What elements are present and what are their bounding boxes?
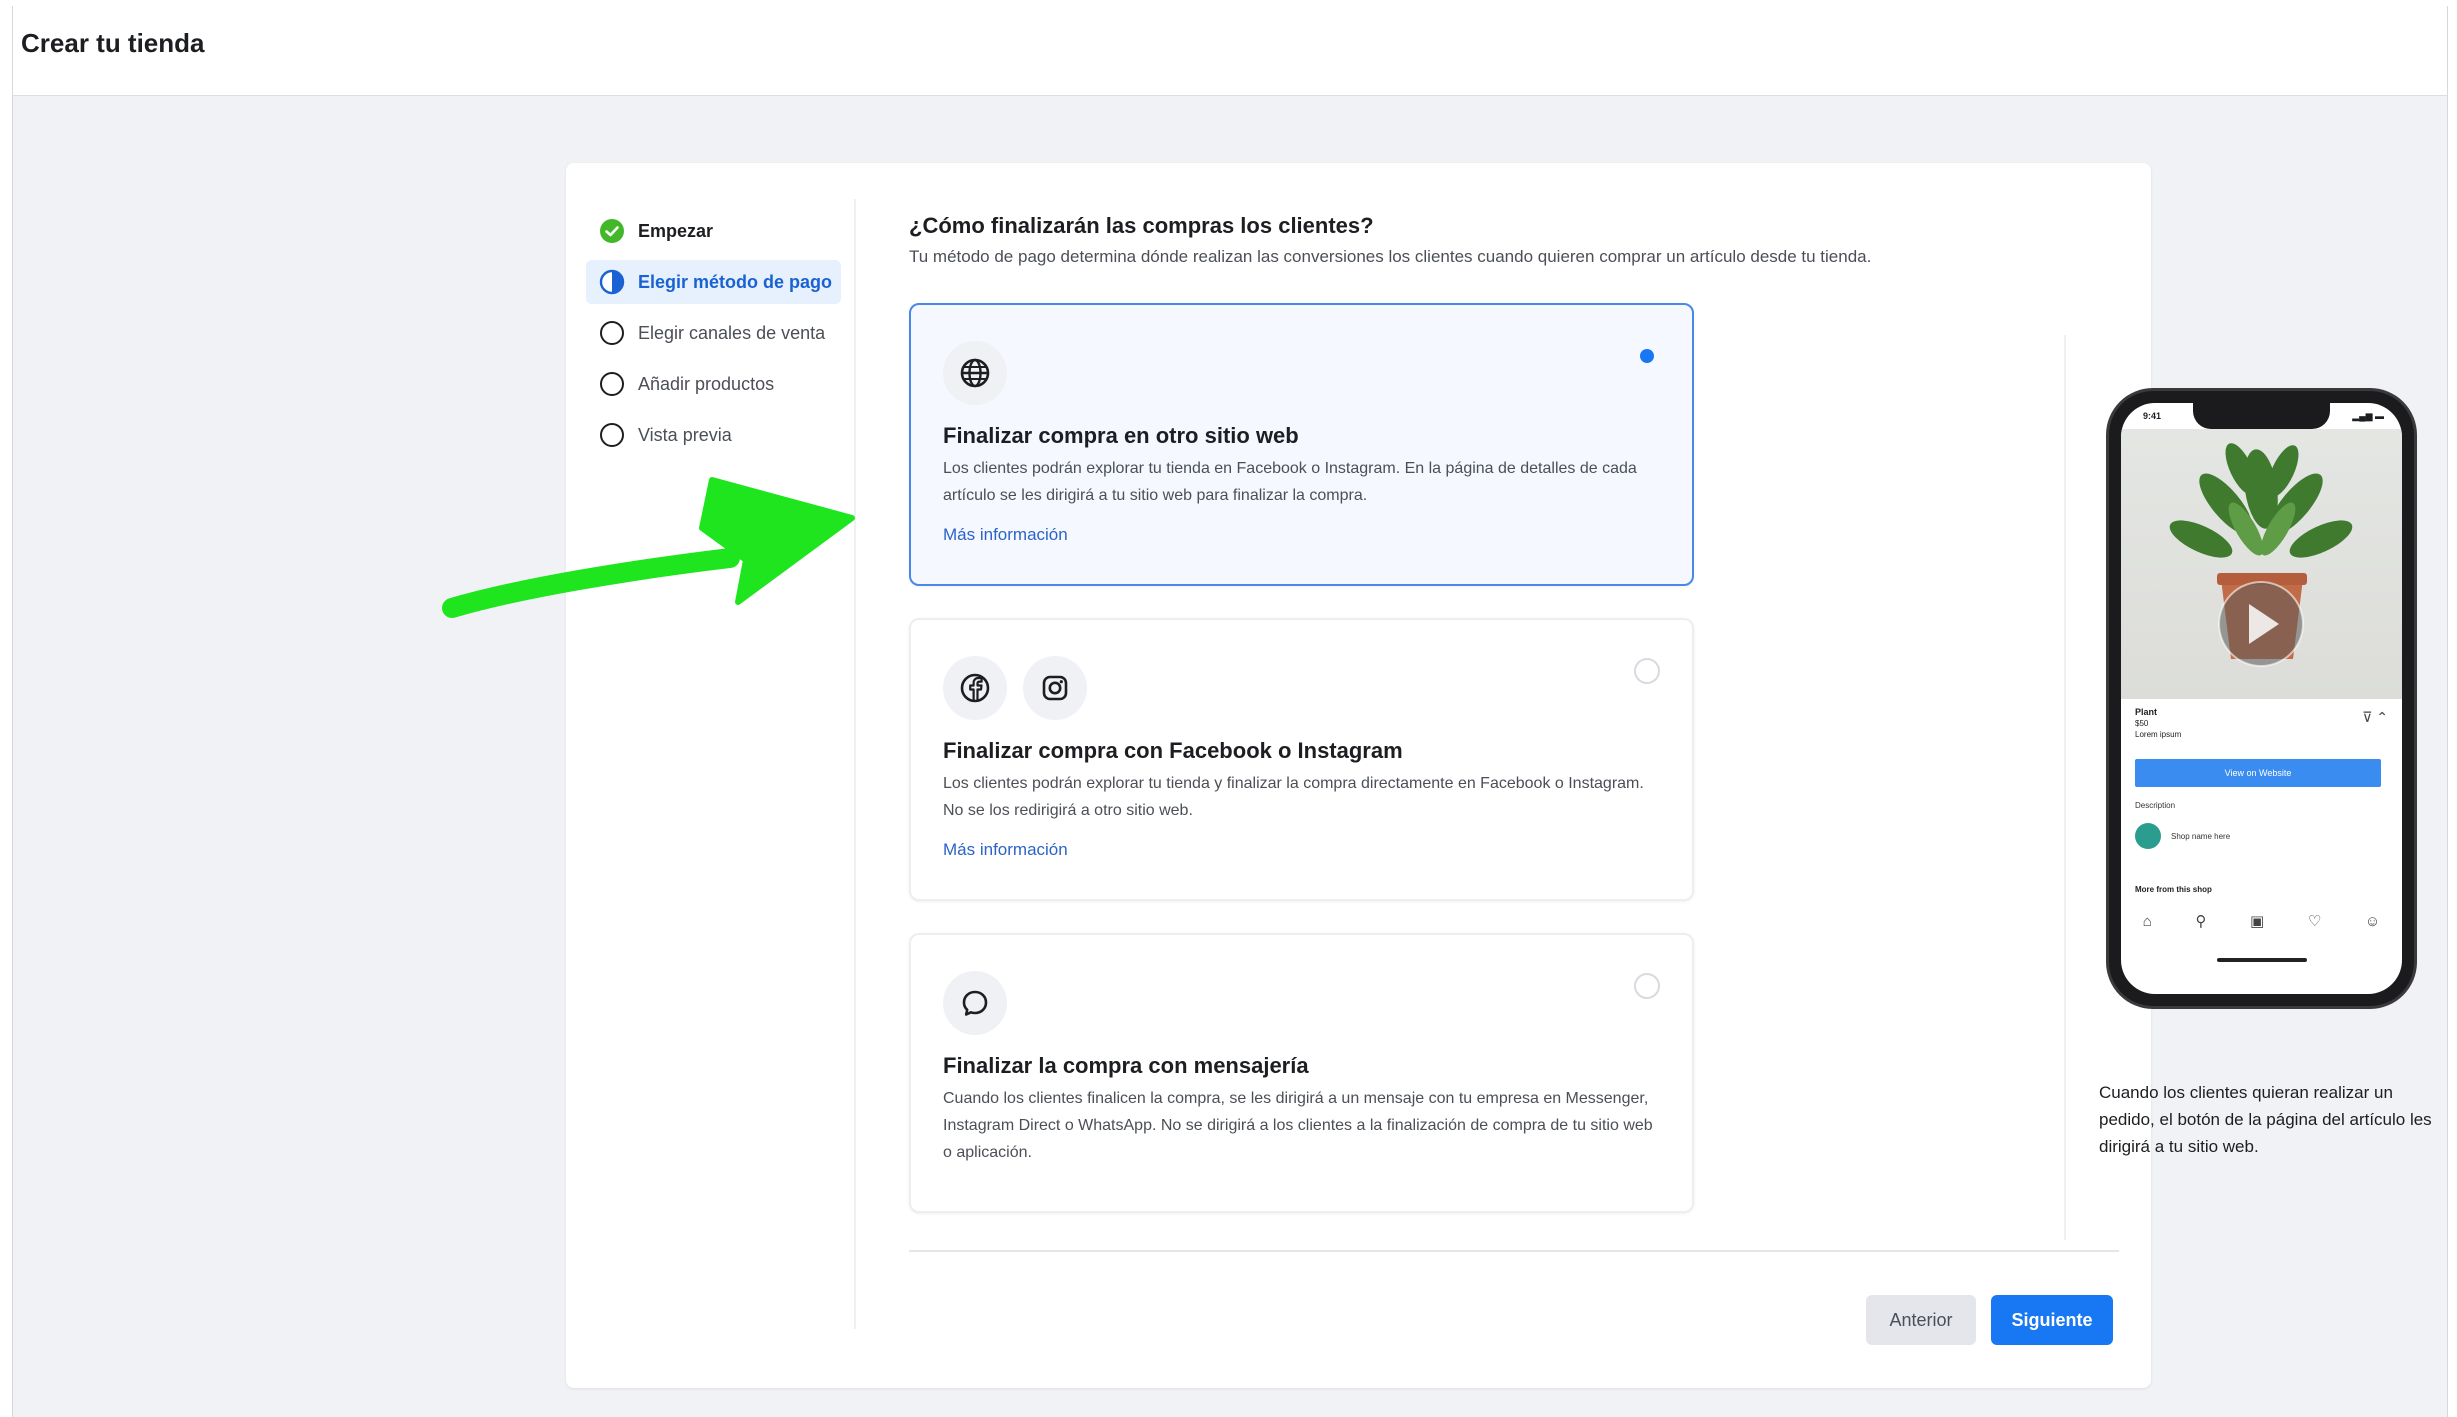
radio-unselected[interactable]: [1634, 658, 1660, 684]
step-label: Elegir método de pago: [638, 271, 833, 292]
footer-divider: [909, 1250, 2119, 1252]
shop-avatar: [2135, 823, 2161, 849]
phone-screen: 9:41 ▂▄▆ ▬ Plant $50 Lorem ipsum ⊽ ⌃ Vie…: [2121, 403, 2402, 994]
option-checkout-messaging[interactable]: Finalizar la compra con mensajería Cuand…: [909, 933, 1694, 1213]
globe-icon: [943, 341, 1007, 405]
status-icons: ▂▄▆ ▬: [2352, 411, 2384, 421]
empty-circle-icon: [598, 370, 626, 398]
progress-stepper: Empezar Elegir método de pago Elegir can…: [586, 209, 841, 464]
phone-preview: 9:41 ▂▄▆ ▬ Plant $50 Lorem ipsum ⊽ ⌃ Vie…: [2109, 391, 2414, 1006]
previous-button[interactable]: Anterior: [1866, 1295, 1976, 1345]
empty-circle-icon: [598, 421, 626, 449]
description-label: Description: [2135, 801, 2176, 810]
step-label: Vista previa: [638, 424, 732, 445]
share-icon: ⊽ ⌃: [2362, 709, 2388, 725]
section-subtitle: Tu método de pago determina dónde realiz…: [909, 247, 1872, 266]
step-empezar[interactable]: Empezar: [586, 209, 841, 253]
step-elegir-canales-de-venta[interactable]: Elegir canales de venta: [586, 311, 841, 355]
next-button[interactable]: Siguiente: [1991, 1295, 2113, 1345]
option-title: Finalizar compra con Facebook o Instagra…: [943, 738, 1403, 763]
half-circle-icon: [598, 268, 626, 296]
more-from-shop-label: More from this shop: [2135, 885, 2212, 894]
option-title: Finalizar compra en otro sitio web: [943, 423, 1299, 448]
instagram-icon: [1023, 656, 1087, 720]
section-title: ¿Cómo finalizarán las compras los client…: [909, 213, 1374, 238]
payment-method-section: ¿Cómo finalizarán las compras los client…: [909, 213, 2432, 1252]
product-image: [2121, 429, 2402, 699]
home-icon: ⌂: [2142, 912, 2152, 930]
option-description: Cuando los clientes finalicen la compra,…: [943, 1090, 1653, 1161]
option-description: Los clientes podrán explorar tu tienda y…: [943, 775, 1644, 819]
product-meta: Plant $50 Lorem ipsum: [2135, 707, 2181, 740]
search-icon: ⚲: [2195, 913, 2207, 930]
option-checkout-website[interactable]: Finalizar compra en otro sitio web Los c…: [909, 303, 1694, 586]
step-label: Elegir canales de venta: [638, 322, 826, 343]
option-title: Finalizar la compra con mensajería: [943, 1053, 1309, 1078]
phone-notch: [2193, 403, 2330, 429]
app-window: Crear tu tienda Empezar Elegir método de…: [12, 6, 2448, 1417]
empty-circle-icon: [598, 319, 626, 347]
view-on-website-button: View on Website: [2135, 759, 2381, 787]
phone-bottom-nav: ⌂ ⚲ ▣ ♡ ☺: [2121, 903, 2402, 939]
check-circle-icon: [598, 217, 626, 245]
option-checkout-facebook-instagram[interactable]: Finalizar compra con Facebook o Instagra…: [909, 618, 1694, 901]
reels-icon: ▣: [2250, 913, 2265, 930]
home-indicator: [2217, 958, 2307, 962]
step-anadir-productos[interactable]: Añadir productos: [586, 362, 841, 406]
chat-bubble-icon: [943, 971, 1007, 1035]
preview-note: Cuando los clientes quieran realizar un …: [2099, 1083, 2432, 1156]
annotation-arrow-icon: [442, 477, 855, 618]
page-title: Crear tu tienda: [21, 28, 205, 58]
product-price: $50: [2135, 719, 2149, 728]
top-bar: Crear tu tienda: [13, 6, 2447, 96]
option-description: Los clientes podrán explorar tu tienda e…: [943, 460, 1637, 504]
radio-unselected[interactable]: [1634, 973, 1660, 999]
preview-divider: [2064, 335, 2066, 1240]
shop-row: Shop name here: [2135, 823, 2230, 849]
heart-icon: ♡: [2307, 913, 2322, 930]
facebook-icon: [943, 656, 1007, 720]
product-seller: Lorem ipsum: [2135, 730, 2182, 739]
shop-name: Shop name here: [2171, 831, 2231, 841]
radio-selected[interactable]: [1634, 343, 1660, 369]
more-info-link[interactable]: Más información: [943, 525, 1068, 545]
step-elegir-metodo-de-pago[interactable]: Elegir método de pago: [586, 260, 841, 304]
status-time: 9:41: [2143, 411, 2162, 421]
stepper-divider: [854, 199, 856, 1329]
step-vista-previa[interactable]: Vista previa: [586, 413, 841, 457]
profile-icon: ☺: [2364, 912, 2381, 930]
step-label: Empezar: [638, 220, 714, 241]
more-info-link[interactable]: Más información: [943, 840, 1068, 860]
product-name: Plant: [2135, 707, 2158, 717]
setup-card: Empezar Elegir método de pago Elegir can…: [566, 163, 2432, 1388]
step-label: Añadir productos: [638, 373, 775, 394]
